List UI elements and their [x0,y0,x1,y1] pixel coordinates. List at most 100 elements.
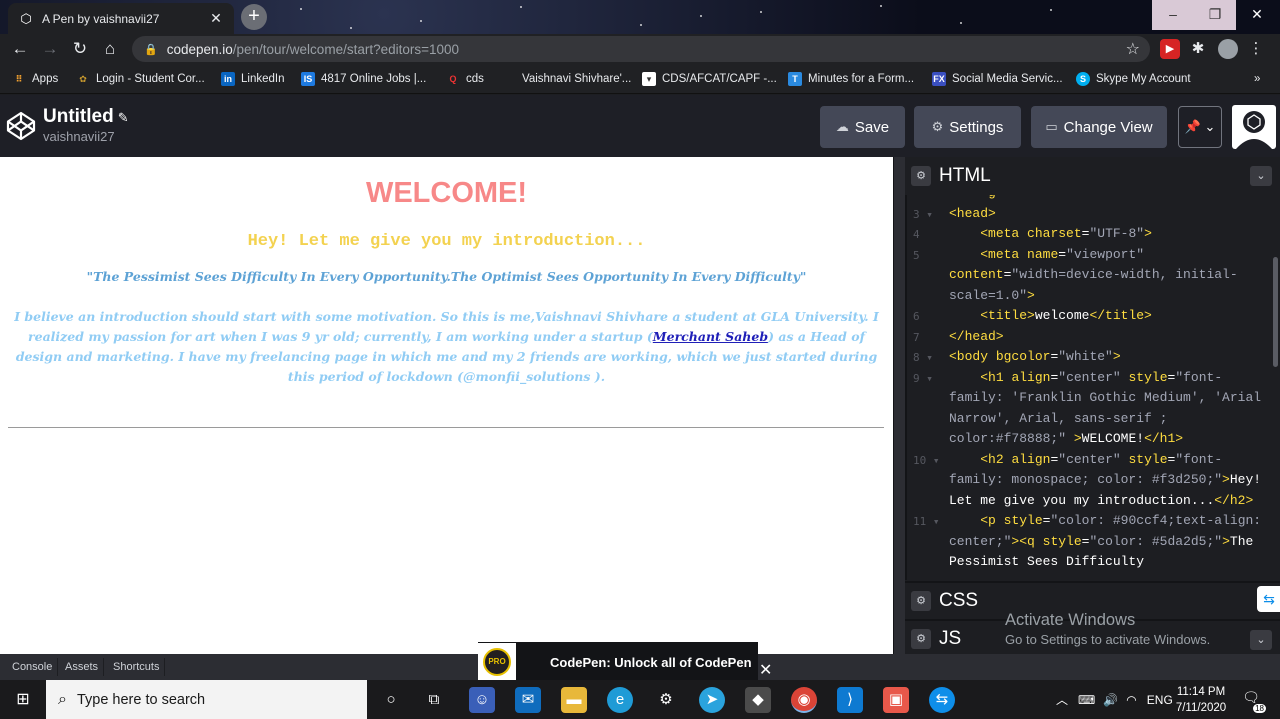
bookmark-linkedin[interactable]: in LinkedIn [221,70,284,88]
preview-quote: "The Pessimist Sees Difficulty In Every … [86,269,807,284]
bookmark-favicon-icon: ▾ [642,72,656,86]
minimize-button[interactable]: – [1152,0,1194,30]
bookmark-cds-afcat[interactable]: ▾ CDS/AFCAT/CAPF -... [642,70,777,88]
taskbar-clock[interactable]: 11:14 PM 7/11/2020 [1168,684,1234,716]
extensions-puzzle-icon[interactable]: ✱ [1188,39,1208,59]
bookmark-apps[interactable]: ⠿ Apps [12,70,58,88]
pin-menu-button[interactable]: 📌 ⌄ [1178,106,1222,148]
save-button[interactable]: ☁ Save [820,106,905,148]
layout-icon: ▭ [1045,119,1058,134]
chrome-menu-icon[interactable]: ⋮ [1246,39,1266,59]
linkedin-icon: in [221,72,235,86]
edit-pencil-icon[interactable]: ✎ [118,110,129,125]
notification-center-icon[interactable]: 🗨 18 [1240,689,1266,713]
teamviewer-side-icon[interactable]: ⇆ [1257,586,1280,612]
tray-chevron-up-icon[interactable]: ︿ [1056,691,1068,708]
jobs-icon: IS [301,72,315,86]
pro-promo-banner[interactable]: PRO CodePen: Unlock all of CodePen [478,642,758,682]
edge-icon[interactable]: e [607,687,633,713]
pane-resizer[interactable] [893,157,905,654]
bookmarks-bar: ⠿ Apps ✿ Login - Student Cor... in LinkedIn… [0,64,1280,94]
search-icon: ⌕ [58,690,67,708]
close-tab-icon[interactable]: ✕ [208,10,224,27]
codepen-favicon-icon: ⬡ [20,10,32,26]
app-red-icon[interactable]: ▣ [883,687,909,713]
preview-subheading: Hey! Let me give you my introduction... [247,232,646,251]
bookmark-vaishnavi[interactable]: Vaishnavi Shivhare'... [502,70,631,88]
code-line: <body bgcolor="white"> [949,349,1121,364]
new-tab-button[interactable]: + [241,4,267,30]
code-line: <g [949,195,1269,204]
search-q-icon: Q [449,74,457,84]
profile-icon[interactable] [1218,39,1238,59]
git-icon[interactable]: ◆ [745,687,771,713]
code-line: <h2 align="center" style="font-family: m… [949,451,1269,508]
code-line: <h1 align="center" style="font-family: '… [949,369,1269,447]
task-view-icon[interactable]: ⧉ [421,687,447,713]
chevron-down-icon[interactable]: ⌄ [1250,630,1272,650]
change-view-button[interactable]: ▭ Change View [1031,106,1167,148]
bookmark-social-media[interactable]: FX Social Media Servic... [932,70,1063,88]
browser-tab[interactable]: ⬡ A Pen by vaishnavii27 ✕ [8,3,234,34]
activate-windows-watermark: Activate Windows Go to Settings to activ… [1005,611,1211,647]
bookmark-cds[interactable]: Qcds [446,70,483,88]
mail-icon[interactable]: ✉ [515,687,541,713]
windows-start-icon[interactable]: ⊞ [0,680,46,719]
cortana-icon[interactable]: ○ [378,687,404,713]
apps-grid-icon: ⠿ [15,74,23,84]
codepen-logo-icon[interactable] [6,111,36,141]
avatar[interactable] [1232,105,1276,149]
volume-icon[interactable]: 🔊 [1103,693,1118,707]
wifi-icon[interactable]: ◠ [1126,693,1136,707]
bookmark-login[interactable]: ✿ Login - Student Cor... [76,70,204,88]
bookmark-fx-icon: FX [932,72,946,86]
forward-arrow-icon[interactable]: → [38,37,62,61]
extension-red-icon[interactable]: ▶ [1160,39,1180,59]
line-number: 5 [913,249,920,262]
html-editor-header[interactable]: ⚙ HTML ⌄ [905,157,1280,195]
editor-scrollbar[interactable] [1273,257,1278,367]
file-explorer-icon[interactable]: ▬ [561,687,587,713]
code-line: <title>welcome</title> [980,308,1152,323]
bookmark-skype[interactable]: S Skype My Account [1076,70,1191,88]
shortcuts-button[interactable]: Shortcuts [108,658,166,676]
gear-icon: ⚙ [931,119,944,134]
maximize-button[interactable]: ❐ [1194,0,1236,30]
bookmarks-overflow-button[interactable]: » [1254,70,1260,88]
telegram-icon[interactable]: ➤ [699,687,725,713]
html-settings-gear-icon[interactable]: ⚙ [911,166,931,186]
chrome-icon[interactable]: ◉ [791,687,817,713]
bookmark-star-icon[interactable]: ☆ [1126,39,1140,59]
back-arrow-icon[interactable]: ← [8,37,32,61]
close-window-button[interactable]: ✕ [1236,0,1278,30]
pen-username[interactable]: vaishnavii27 [43,129,115,144]
url-host: codepen.io [166,41,233,57]
assets-button[interactable]: Assets [60,658,105,676]
bookmark-minutes[interactable]: T Minutes for a Form... [788,70,914,88]
network-icon[interactable]: ⌨ [1078,693,1095,707]
chevron-down-icon[interactable]: ⌄ [1250,166,1272,186]
html-code-editor[interactable]: <g<head> <meta charset="UTF-8"> <meta na… [905,195,1280,580]
vscode-icon[interactable]: ⟩ [837,687,863,713]
bookmark-jobs[interactable]: IS 4817 Online Jobs |... [301,70,426,88]
merchant-saheb-link[interactable]: Merchant Saheb [653,329,768,344]
code-line: </head> [949,328,1004,344]
js-settings-gear-icon[interactable]: ⚙ [911,629,931,649]
bookmark-favicon-icon: ✿ [79,74,87,84]
pen-title[interactable]: Untitled ✎ [43,106,129,128]
settings-gear-icon[interactable]: ⚙ [653,687,679,713]
line-number: 7 [913,331,920,344]
css-settings-gear-icon[interactable]: ⚙ [911,591,931,611]
address-bar[interactable]: 🔒 codepen.io/pen/tour/welcome/start?edit… [132,36,1150,62]
console-button[interactable]: Console [7,658,59,676]
home-icon[interactable]: ⌂ [98,37,122,61]
close-promo-icon[interactable]: ✕ [759,660,772,680]
teamviewer-icon[interactable]: ⇆ [929,687,955,713]
line-number: 10 ▾ [913,454,940,467]
app-icon[interactable]: ☺ [469,687,495,713]
cloud-icon: ☁ [835,119,849,134]
reload-icon[interactable]: ↻ [68,37,92,61]
horizontal-rule [8,427,884,428]
settings-button[interactable]: ⚙ Settings [914,106,1021,148]
taskbar-search-box[interactable]: ⌕ Type here to search [46,680,367,719]
